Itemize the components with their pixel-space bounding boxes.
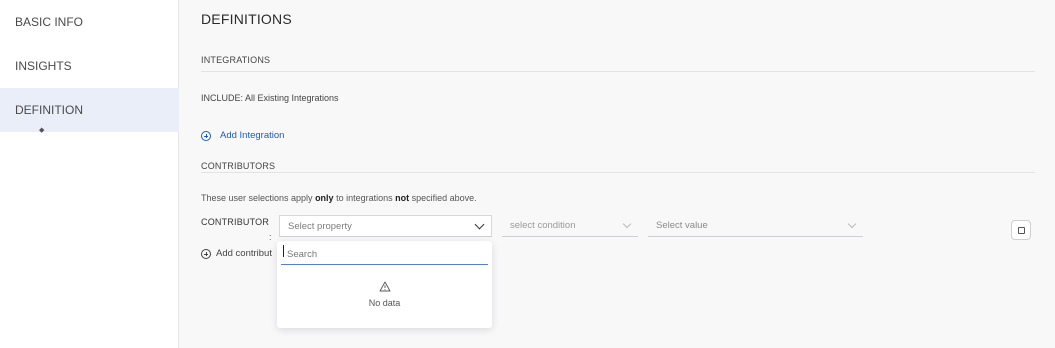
sidebar-item-definition[interactable]: DEFINITION: [0, 88, 179, 132]
contributors-section-title: CONTRIBUTORS: [201, 161, 276, 171]
sidebar-item-basic-info[interactable]: BASIC INFO: [0, 0, 179, 44]
add-integration-label: Add Integration: [220, 130, 285, 141]
integrations-section-title: INTEGRATIONS: [201, 55, 271, 65]
contributor-row-colon: :: [269, 232, 272, 242]
add-integration-button[interactable]: Add Integration: [201, 130, 284, 141]
chevron-down-icon: [474, 219, 485, 230]
section-divider: [201, 172, 1035, 173]
empty-state: No data: [277, 281, 492, 308]
include-integrations-text: INCLUDE: All Existing Integrations: [201, 93, 339, 103]
delete-contributor-button[interactable]: [1011, 220, 1031, 240]
contributor-row-label: CONTRIBUTOR: [201, 217, 270, 227]
contributors-helper-text: These user selections apply only to inte…: [201, 193, 477, 203]
section-divider: [201, 71, 1035, 72]
property-select[interactable]: Select property: [279, 215, 492, 237]
sidebar-item-insights[interactable]: INSIGHTS: [0, 44, 179, 88]
property-dropdown: Search No data: [277, 241, 492, 328]
condition-select[interactable]: select condition: [502, 215, 638, 237]
property-select-placeholder: Select property: [288, 220, 352, 232]
add-circle-icon: [201, 248, 211, 259]
dropdown-search-input[interactable]: Search: [281, 245, 488, 265]
warning-icon: [379, 281, 390, 292]
add-contributor-button[interactable]: Add contribut: [201, 248, 272, 259]
value-select[interactable]: Select value: [648, 215, 863, 237]
text-caret: [283, 245, 284, 257]
chevron-down-icon: [847, 219, 857, 229]
add-contributor-label: Add contribut: [216, 248, 272, 259]
main-content: DEFINITIONS INTEGRATIONS INCLUDE: All Ex…: [180, 0, 1055, 348]
chevron-down-icon: [622, 219, 632, 229]
trash-icon: [1018, 227, 1025, 234]
mouse-cursor-icon: ◆: [39, 127, 45, 134]
add-circle-icon: [201, 130, 211, 141]
page-title: DEFINITIONS: [201, 11, 292, 27]
condition-select-placeholder: select condition: [510, 220, 576, 231]
no-data-text: No data: [368, 298, 401, 308]
sidebar: BASIC INFO INSIGHTS DEFINITION ◆: [0, 0, 179, 348]
value-select-placeholder: Select value: [656, 220, 708, 231]
